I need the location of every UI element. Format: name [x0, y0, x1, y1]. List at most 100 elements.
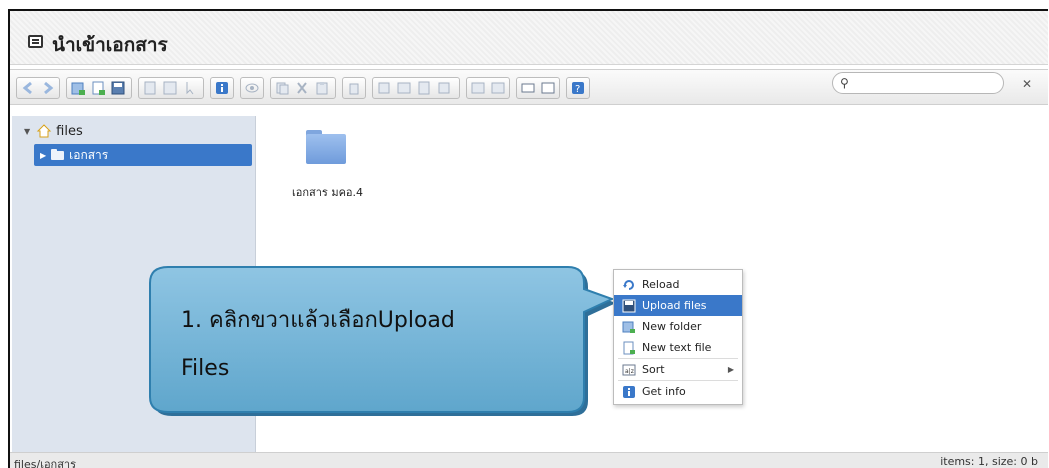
- close-icon[interactable]: ✕: [1022, 77, 1032, 91]
- help-tool-button[interactable]: ?: [568, 78, 588, 98]
- rename-icon: [397, 82, 411, 94]
- menu-item-label: Reload: [642, 278, 680, 291]
- sort-tool-button[interactable]: [538, 78, 558, 98]
- forward-button[interactable]: [38, 78, 58, 98]
- collapse-arrow-icon[interactable]: ▶: [40, 151, 46, 160]
- forward-arrow-icon: [44, 81, 54, 95]
- window-title: นำเข้าเอกสาร: [52, 34, 168, 56]
- paste-icon: [316, 82, 328, 95]
- callout-text: 1. คลิกขวาแล้วเลือกUpload Files: [181, 297, 571, 393]
- status-bar: files/เอกสาร items: 1, size: 0 b: [10, 452, 1048, 468]
- svg-text:?: ?: [575, 84, 580, 95]
- menu-item-sort[interactable]: a|z Sort ▶: [614, 359, 742, 380]
- toolbar-group-info: [210, 77, 234, 99]
- title-bar: นำเข้าเอกสาร: [10, 11, 1048, 65]
- new-file-icon: [92, 81, 105, 95]
- menu-item-upload-files[interactable]: Upload files: [614, 295, 742, 316]
- expand-arrow-icon[interactable]: ▼: [24, 127, 30, 136]
- open-icon: [144, 81, 156, 95]
- context-menu: Reload Upload files New folder New text …: [613, 269, 743, 405]
- toolbar-group-help: ?: [566, 77, 590, 99]
- save-disk-icon: [111, 81, 125, 95]
- view-tool-button[interactable]: [518, 78, 538, 98]
- help-icon: ?: [572, 82, 584, 95]
- upload-tool-button[interactable]: [108, 78, 128, 98]
- edit-icon: [418, 81, 430, 95]
- search-input[interactable]: ⚲: [832, 72, 1004, 94]
- folder-icon: [51, 148, 65, 160]
- resize-tool-button[interactable]: [434, 78, 454, 98]
- callout-line-1: 1. คลิกขวาแล้วเลือกUpload: [181, 308, 455, 333]
- download-tool-button[interactable]: [160, 78, 180, 98]
- search-icon: ⚲: [840, 76, 849, 90]
- open-tool-button[interactable]: [140, 78, 160, 98]
- preview-tool-button[interactable]: [242, 78, 262, 98]
- menu-item-label: Get info: [642, 385, 686, 398]
- back-arrow-icon: [22, 81, 32, 95]
- menu-item-new-folder[interactable]: New folder: [614, 316, 742, 337]
- svg-text:a|z: a|z: [625, 368, 634, 375]
- toolbar-group-archive: [466, 77, 510, 99]
- edit-tool-button[interactable]: [414, 78, 434, 98]
- menu-item-label: New text file: [642, 341, 712, 354]
- extract-tool-button[interactable]: [468, 78, 488, 98]
- new-file-tool-button[interactable]: [88, 78, 108, 98]
- paste-tool-button[interactable]: [312, 78, 332, 98]
- select-tool-button[interactable]: [180, 78, 200, 98]
- eye-icon: [245, 83, 259, 93]
- toolbar-group-clipboard: [270, 77, 336, 99]
- menu-item-reload[interactable]: Reload: [614, 274, 742, 295]
- status-path: files/เอกสาร: [14, 458, 77, 468]
- folder-icon[interactable]: [306, 130, 346, 164]
- scissors-icon: [297, 82, 307, 94]
- toolbar-group-navigation: [16, 77, 60, 99]
- archive-tool-button[interactable]: [488, 78, 508, 98]
- menu-item-label: Sort: [642, 363, 665, 376]
- toolbar-group-edit: [372, 77, 460, 99]
- document-icon: [28, 35, 43, 48]
- new-file-icon: [622, 341, 636, 355]
- copy-tool-button[interactable]: [272, 78, 292, 98]
- callout-line-2: Files: [181, 356, 230, 381]
- back-button[interactable]: [18, 78, 38, 98]
- tree-item-label: เอกสาร: [69, 147, 109, 162]
- tree-root-files[interactable]: ▼ files: [24, 123, 83, 139]
- cursor-icon: [186, 82, 194, 95]
- delete-tool-button[interactable]: [344, 78, 364, 98]
- folder-name[interactable]: เอกสาร มคอ.4: [292, 183, 363, 201]
- tree-item-documents[interactable]: ▶ เอกสาร: [34, 144, 252, 166]
- menu-item-label: Upload files: [642, 299, 707, 312]
- duplicate-icon: [378, 82, 390, 94]
- reload-icon: [622, 278, 636, 292]
- info-icon: [622, 385, 636, 399]
- resize-icon: [438, 82, 450, 94]
- toolbar-group-display: [516, 77, 560, 99]
- rename-tool-button[interactable]: [394, 78, 414, 98]
- archive-icon: [491, 82, 505, 94]
- new-folder-tool-button[interactable]: [68, 78, 88, 98]
- toolbar-group-view: [240, 77, 264, 99]
- info-tool-button[interactable]: [212, 78, 232, 98]
- menu-item-get-info[interactable]: Get info: [614, 381, 742, 402]
- folder-tree: ▼ files ▶ เอกสาร: [12, 116, 256, 452]
- sort-icon: a|z: [622, 363, 636, 377]
- copy-icon: [276, 82, 289, 95]
- upload-icon: [622, 299, 636, 313]
- info-icon: [216, 82, 228, 94]
- submenu-arrow-icon: ▶: [727, 365, 734, 374]
- new-folder-icon: [622, 320, 636, 334]
- menu-item-new-text-file[interactable]: New text file: [614, 337, 742, 358]
- cut-tool-button[interactable]: [292, 78, 312, 98]
- new-folder-icon: [71, 82, 85, 95]
- tree-root-label: files: [56, 123, 83, 139]
- status-summary: items: 1, size: 0 b: [940, 455, 1038, 468]
- extract-icon: [471, 82, 485, 94]
- sort-icon: [541, 82, 555, 94]
- toolbar-group-open: [138, 77, 204, 99]
- view-icon: [521, 83, 535, 93]
- duplicate-tool-button[interactable]: [374, 78, 394, 98]
- trash-icon: [349, 83, 359, 95]
- toolbar-group-create: [66, 77, 132, 99]
- toolbar-group-delete: [342, 77, 366, 99]
- disk-icon: [163, 81, 177, 95]
